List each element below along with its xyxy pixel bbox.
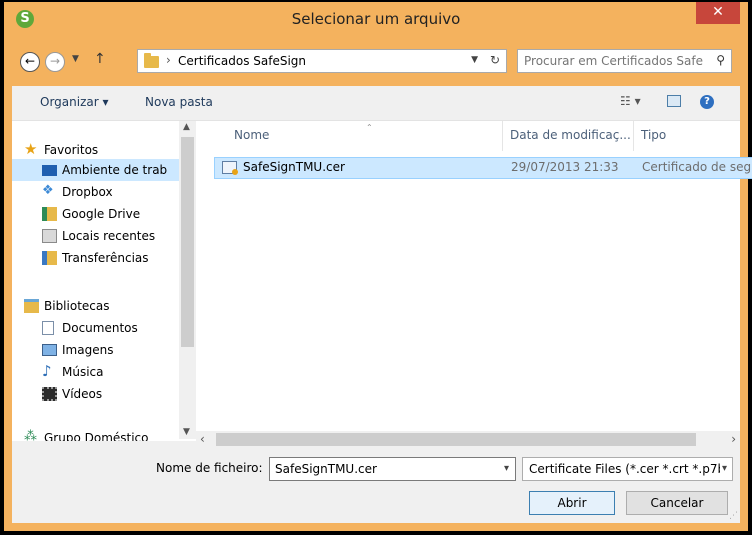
scrollbar-thumb[interactable] <box>181 137 194 347</box>
search-icon: ⚲ <box>716 53 725 67</box>
up-arrow-icon: ↑ <box>94 51 106 67</box>
file-selection-panel: Nome de ficheiro: SafeSignTMU.cer ▾ Cert… <box>12 448 740 523</box>
downloads-folder-icon <box>42 251 57 265</box>
column-header-type[interactable]: Tipo <box>641 121 666 151</box>
forward-button[interactable]: → <box>45 52 65 72</box>
new-folder-button[interactable]: Nova pasta <box>145 95 213 109</box>
homegroup-icon: ⁂ <box>24 429 37 441</box>
file-list: Nome ⌃ Data de modificaç... Tipo SafeSig… <box>196 121 752 431</box>
star-icon: ★ <box>24 140 38 158</box>
file-type: Certificado de seg... <box>642 160 752 174</box>
preview-pane-icon[interactable] <box>667 95 681 107</box>
nav-item-dropbox[interactable]: ❖ Dropbox <box>12 181 182 203</box>
nav-item-pictures[interactable]: Imagens <box>12 339 182 361</box>
window-title: Selecionar um arquivo <box>291 10 461 28</box>
address-field[interactable]: › Certificados SafeSign ▼ ↻ <box>137 49 507 73</box>
scroll-up-icon[interactable]: ▲ <box>183 122 190 132</box>
up-button[interactable]: ↑ <box>94 51 106 67</box>
filter-dropdown-icon[interactable]: ▾ <box>719 458 727 480</box>
scroll-left-icon[interactable]: ‹ <box>200 432 205 446</box>
nav-item-desktop[interactable]: Ambiente de trab <box>12 159 182 181</box>
refresh-icon[interactable]: ↻ <box>490 53 500 67</box>
column-header-name[interactable]: Nome <box>234 121 269 151</box>
organize-button[interactable]: Organizar ▾ <box>40 95 109 109</box>
nav-homegroup[interactable]: ⁂ Grupo Doméstico <box>12 427 182 441</box>
filename-field[interactable]: SafeSignTMU.cer ▾ <box>269 457 516 481</box>
address-dropdown-icon[interactable]: ▼ <box>471 55 478 65</box>
file-name: SafeSignTMU.cer <box>243 160 345 174</box>
scroll-down-icon[interactable]: ▼ <box>183 427 190 437</box>
help-icon[interactable]: ? <box>700 95 714 109</box>
title-bar: S Selecionar um arquivo ✕ <box>4 2 748 36</box>
nav-item-downloads[interactable]: Transferências <box>12 247 182 269</box>
search-input[interactable] <box>524 53 704 69</box>
close-icon: ✕ <box>712 4 724 20</box>
filename-label: Nome de ficheiro: <box>156 461 263 475</box>
file-row[interactable]: SafeSignTMU.cer 29/07/2013 21:33 Certifi… <box>214 157 752 179</box>
breadcrumb-chevron-icon: › <box>166 53 171 67</box>
nav-favorites[interactable]: ★ Favoritos <box>12 139 182 161</box>
libraries-icon <box>24 299 39 313</box>
filename-dropdown-icon[interactable]: ▾ <box>504 458 509 480</box>
address-bar-area: ← → ▼ ↑ › Certificados SafeSign ▼ ↻ ⚲ <box>12 36 740 86</box>
videos-icon <box>42 387 57 401</box>
column-header-date[interactable]: Data de modificaç... <box>510 121 631 151</box>
close-button[interactable]: ✕ <box>696 2 740 24</box>
dropbox-icon: ❖ <box>42 183 54 198</box>
nav-item-google-drive[interactable]: Google Drive <box>12 203 182 225</box>
file-type-filter[interactable]: Certificate Files (*.cer *.crt *.p7b ▾ <box>522 457 733 481</box>
search-field[interactable]: ⚲ <box>517 49 732 73</box>
dialog-client: ← → ▼ ↑ › Certificados SafeSign ▼ ↻ ⚲ Or… <box>12 36 752 523</box>
nav-item-music[interactable]: ♪ Música <box>12 361 182 383</box>
navigation-scrollbar[interactable]: ▲ ▼ <box>179 121 196 439</box>
file-type-filter-value[interactable]: Certificate Files (*.cer *.crt *.p7b <box>529 462 725 476</box>
navigation-pane: ★ Favoritos Ambiente de trab ❖ Dropbox G… <box>12 121 196 441</box>
change-view-icon[interactable]: ☷ ▾ <box>620 94 641 108</box>
forward-arrow-icon: → <box>49 54 61 68</box>
file-list-horizontal-scrollbar[interactable]: ‹ › <box>196 431 740 448</box>
nav-libraries[interactable]: Bibliotecas <box>12 295 182 317</box>
scroll-right-icon[interactable]: › <box>731 432 736 446</box>
command-bar: Organizar ▾ Nova pasta ☷ ▾ ? <box>12 86 740 121</box>
filename-value[interactable]: SafeSignTMU.cer <box>275 462 377 476</box>
back-arrow-icon: ← <box>24 54 36 68</box>
resize-grip-icon[interactable]: ⋰ <box>729 511 738 521</box>
music-icon: ♪ <box>42 362 52 380</box>
breadcrumb-current[interactable]: Certificados SafeSign <box>178 54 306 68</box>
open-button[interactable]: Abrir <box>529 491 615 515</box>
horizontal-scrollbar-thumb[interactable] <box>216 433 696 446</box>
recent-locations-button[interactable]: ▼ <box>72 54 79 64</box>
certificate-file-icon <box>222 161 238 175</box>
back-button[interactable]: ← <box>20 52 40 72</box>
nav-item-recent-places[interactable]: Locais recentes <box>12 225 182 247</box>
document-icon <box>42 321 54 335</box>
google-drive-icon <box>42 207 57 221</box>
cancel-button[interactable]: Cancelar <box>626 491 728 515</box>
sort-indicator-icon: ⌃ <box>366 123 373 132</box>
nav-item-videos[interactable]: Vídeos <box>12 383 182 405</box>
nav-item-documents[interactable]: Documentos <box>12 317 182 339</box>
desktop-icon <box>42 165 57 176</box>
folder-icon <box>144 53 159 68</box>
file-date: 29/07/2013 21:33 <box>511 160 619 174</box>
pictures-icon <box>42 344 57 356</box>
recent-places-icon <box>42 229 57 243</box>
dialog-window: S Selecionar um arquivo ✕ ← → ▼ ↑ › Cert… <box>4 2 752 531</box>
